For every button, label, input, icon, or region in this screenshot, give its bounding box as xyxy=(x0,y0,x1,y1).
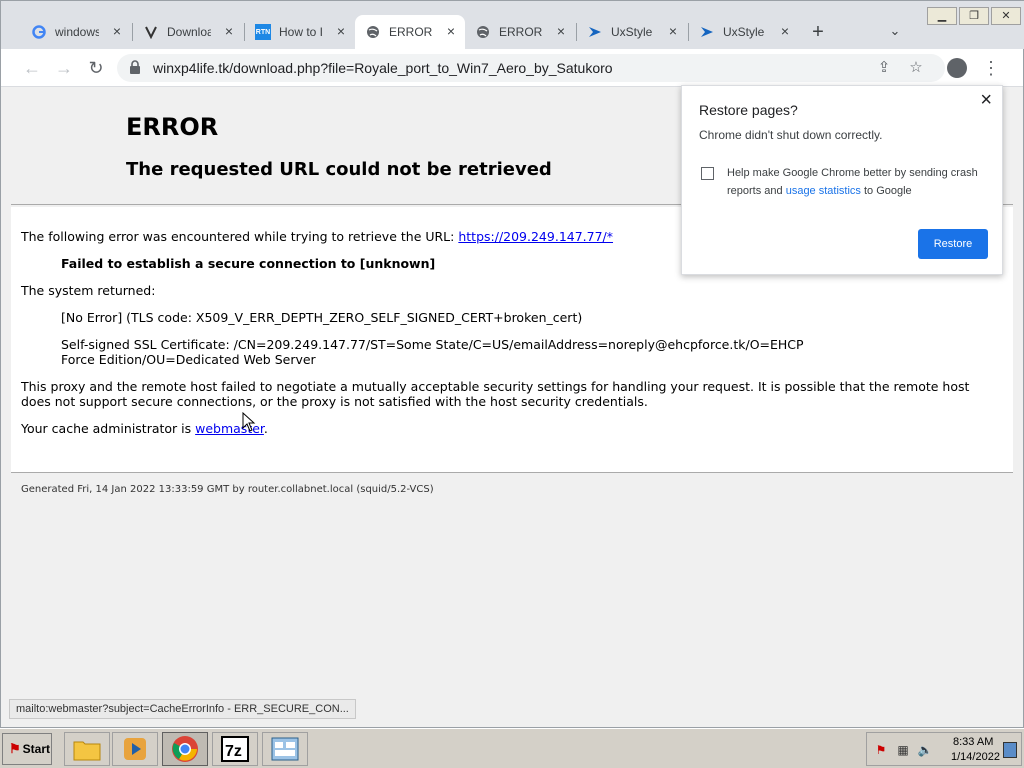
error-url-link[interactable]: https://209.249.147.77/* xyxy=(458,229,613,244)
network-icon[interactable]: ▦ xyxy=(895,742,911,758)
tab-2[interactable]: Download × xyxy=(133,15,243,49)
close-tab-icon[interactable]: × xyxy=(109,23,125,39)
crash-report-checkbox[interactable] xyxy=(701,167,714,180)
close-tab-icon[interactable]: × xyxy=(221,23,237,39)
restore-pages-popup: Restore pages? × Chrome didn't shut down… xyxy=(681,85,1003,275)
profile-avatar-icon[interactable] xyxy=(947,58,967,78)
lock-icon[interactable] xyxy=(129,60,143,74)
address-bar[interactable]: winxp4life.tk/download.php?file=Royale_p… xyxy=(117,54,945,82)
chrome-icon[interactable] xyxy=(162,732,208,766)
close-icon[interactable]: × xyxy=(980,90,992,110)
clock-time[interactable]: 8:33 AM xyxy=(953,736,993,748)
show-desktop-icon[interactable] xyxy=(1003,742,1017,758)
7zip-icon[interactable]: 7z xyxy=(212,732,258,766)
media-player-icon[interactable] xyxy=(112,732,158,766)
proxy-message: This proxy and the remote host failed to… xyxy=(21,379,970,409)
close-tab-icon[interactable]: × xyxy=(443,23,459,39)
tab-title: UxStyle is xyxy=(611,25,655,39)
control-panel-icon[interactable] xyxy=(262,732,308,766)
share-icon[interactable]: ⇪ xyxy=(875,59,893,77)
download-site-icon xyxy=(143,24,159,40)
chrome-menu-icon[interactable]: ⋮ xyxy=(981,56,1001,80)
system-returned-label: The system returned: xyxy=(21,283,156,298)
tab-strip: windows × Download × RTN How to In × ERR… xyxy=(1,1,1024,49)
tab-title: ERROR: T xyxy=(499,25,543,39)
rtn-icon: RTN xyxy=(255,24,271,40)
window-controls: ▁ ❐ ✕ xyxy=(927,7,1021,25)
cache-admin-line: Your cache administrator is webmaster. xyxy=(21,421,268,436)
action-center-icon[interactable]: ⚑ xyxy=(873,742,889,758)
tab-6[interactable]: UxStyle is × xyxy=(577,15,687,49)
close-tab-icon[interactable]: × xyxy=(665,23,681,39)
minimize-button[interactable]: ▁ xyxy=(927,7,957,25)
error-url-line: The following error was encountered whil… xyxy=(21,229,613,244)
taskbar: ⚑ Start 7z ⚑ ▦ 🔈 8:33 AM 1/14/2022 xyxy=(0,728,1024,768)
failed-message: Failed to establish a secure connection … xyxy=(61,256,436,271)
maximize-button[interactable]: ❐ xyxy=(959,7,989,25)
cache-admin-suffix: . xyxy=(263,421,268,436)
usage-statistics-link[interactable]: usage statistics xyxy=(786,185,861,197)
tab-title: UxStyle is xyxy=(723,25,767,39)
volume-icon[interactable]: 🔈 xyxy=(917,742,933,758)
close-tab-icon[interactable]: × xyxy=(553,23,569,39)
generated-footer: Generated Fri, 14 Jan 2022 13:33:59 GMT … xyxy=(21,484,434,495)
close-window-button[interactable]: ✕ xyxy=(991,7,1021,25)
globe-icon xyxy=(475,24,491,40)
start-button[interactable]: ⚑ Start xyxy=(2,733,52,765)
tab-title: ERROR: T xyxy=(389,25,433,39)
tab-search-icon[interactable]: ⌄ xyxy=(885,23,905,43)
back-icon[interactable]: ← xyxy=(21,57,43,79)
cache-admin-prefix: Your cache administrator is xyxy=(21,421,196,436)
uxstyle-icon xyxy=(587,24,603,40)
browser-toolbar: ← → ↻ winxp4life.tk/download.php?file=Ro… xyxy=(1,49,1023,87)
status-bar: mailto:webmaster?subject=CacheErrorInfo … xyxy=(9,699,356,719)
close-tab-icon[interactable]: × xyxy=(777,23,793,39)
uxstyle-icon xyxy=(699,24,715,40)
restore-button[interactable]: Restore xyxy=(918,229,988,259)
popup-title: Restore pages? xyxy=(699,102,798,118)
tab-7[interactable]: UxStyle is × xyxy=(689,15,799,49)
tls-code-text: [No Error] (TLS code: X509_V_ERR_DEPTH_Z… xyxy=(61,310,583,325)
start-label: Start xyxy=(22,742,50,756)
error-url-prefix: The following error was encountered whil… xyxy=(21,229,459,244)
tab-5[interactable]: ERROR: T × xyxy=(465,15,575,49)
close-tab-icon[interactable]: × xyxy=(333,23,349,39)
browser-window: windows × Download × RTN How to In × ERR… xyxy=(0,0,1024,728)
url-text: winxp4life.tk/download.php?file=Royale_p… xyxy=(153,60,613,76)
tab-title: How to In xyxy=(279,25,323,39)
mouse-cursor-icon xyxy=(242,412,256,432)
bookmark-star-icon[interactable]: ☆ xyxy=(907,59,925,77)
svg-text:7z: 7z xyxy=(225,743,242,760)
clock-date[interactable]: 1/14/2022 xyxy=(951,751,1000,763)
forward-icon[interactable]: → xyxy=(53,57,75,79)
popup-message: Chrome didn't shut down correctly. xyxy=(699,128,883,142)
tab-title: Download xyxy=(167,25,211,39)
tab-title: windows xyxy=(55,25,99,39)
folder-icon[interactable] xyxy=(64,732,110,766)
tab-4-active[interactable]: ERROR: T × xyxy=(355,15,465,49)
tab-3[interactable]: RTN How to In × xyxy=(245,15,355,49)
new-tab-button[interactable]: + xyxy=(807,21,829,43)
crash-report-label: Help make Google Chrome better by sendin… xyxy=(727,164,989,200)
certificate-text: Self-signed SSL Certificate: /CN=209.249… xyxy=(61,337,804,367)
crash-report-suffix: to Google xyxy=(860,185,912,197)
reload-icon[interactable]: ↻ xyxy=(85,57,107,79)
windows-flag-icon: ⚑ xyxy=(9,741,21,756)
page-subtitle: The requested URL could not be retrieved xyxy=(126,159,552,180)
globe-icon xyxy=(365,24,381,40)
tab-1[interactable]: windows × xyxy=(21,15,131,49)
page-title: ERROR xyxy=(126,113,219,141)
google-icon xyxy=(31,24,47,40)
system-tray: ⚑ ▦ 🔈 8:33 AM 1/14/2022 xyxy=(866,732,1022,766)
